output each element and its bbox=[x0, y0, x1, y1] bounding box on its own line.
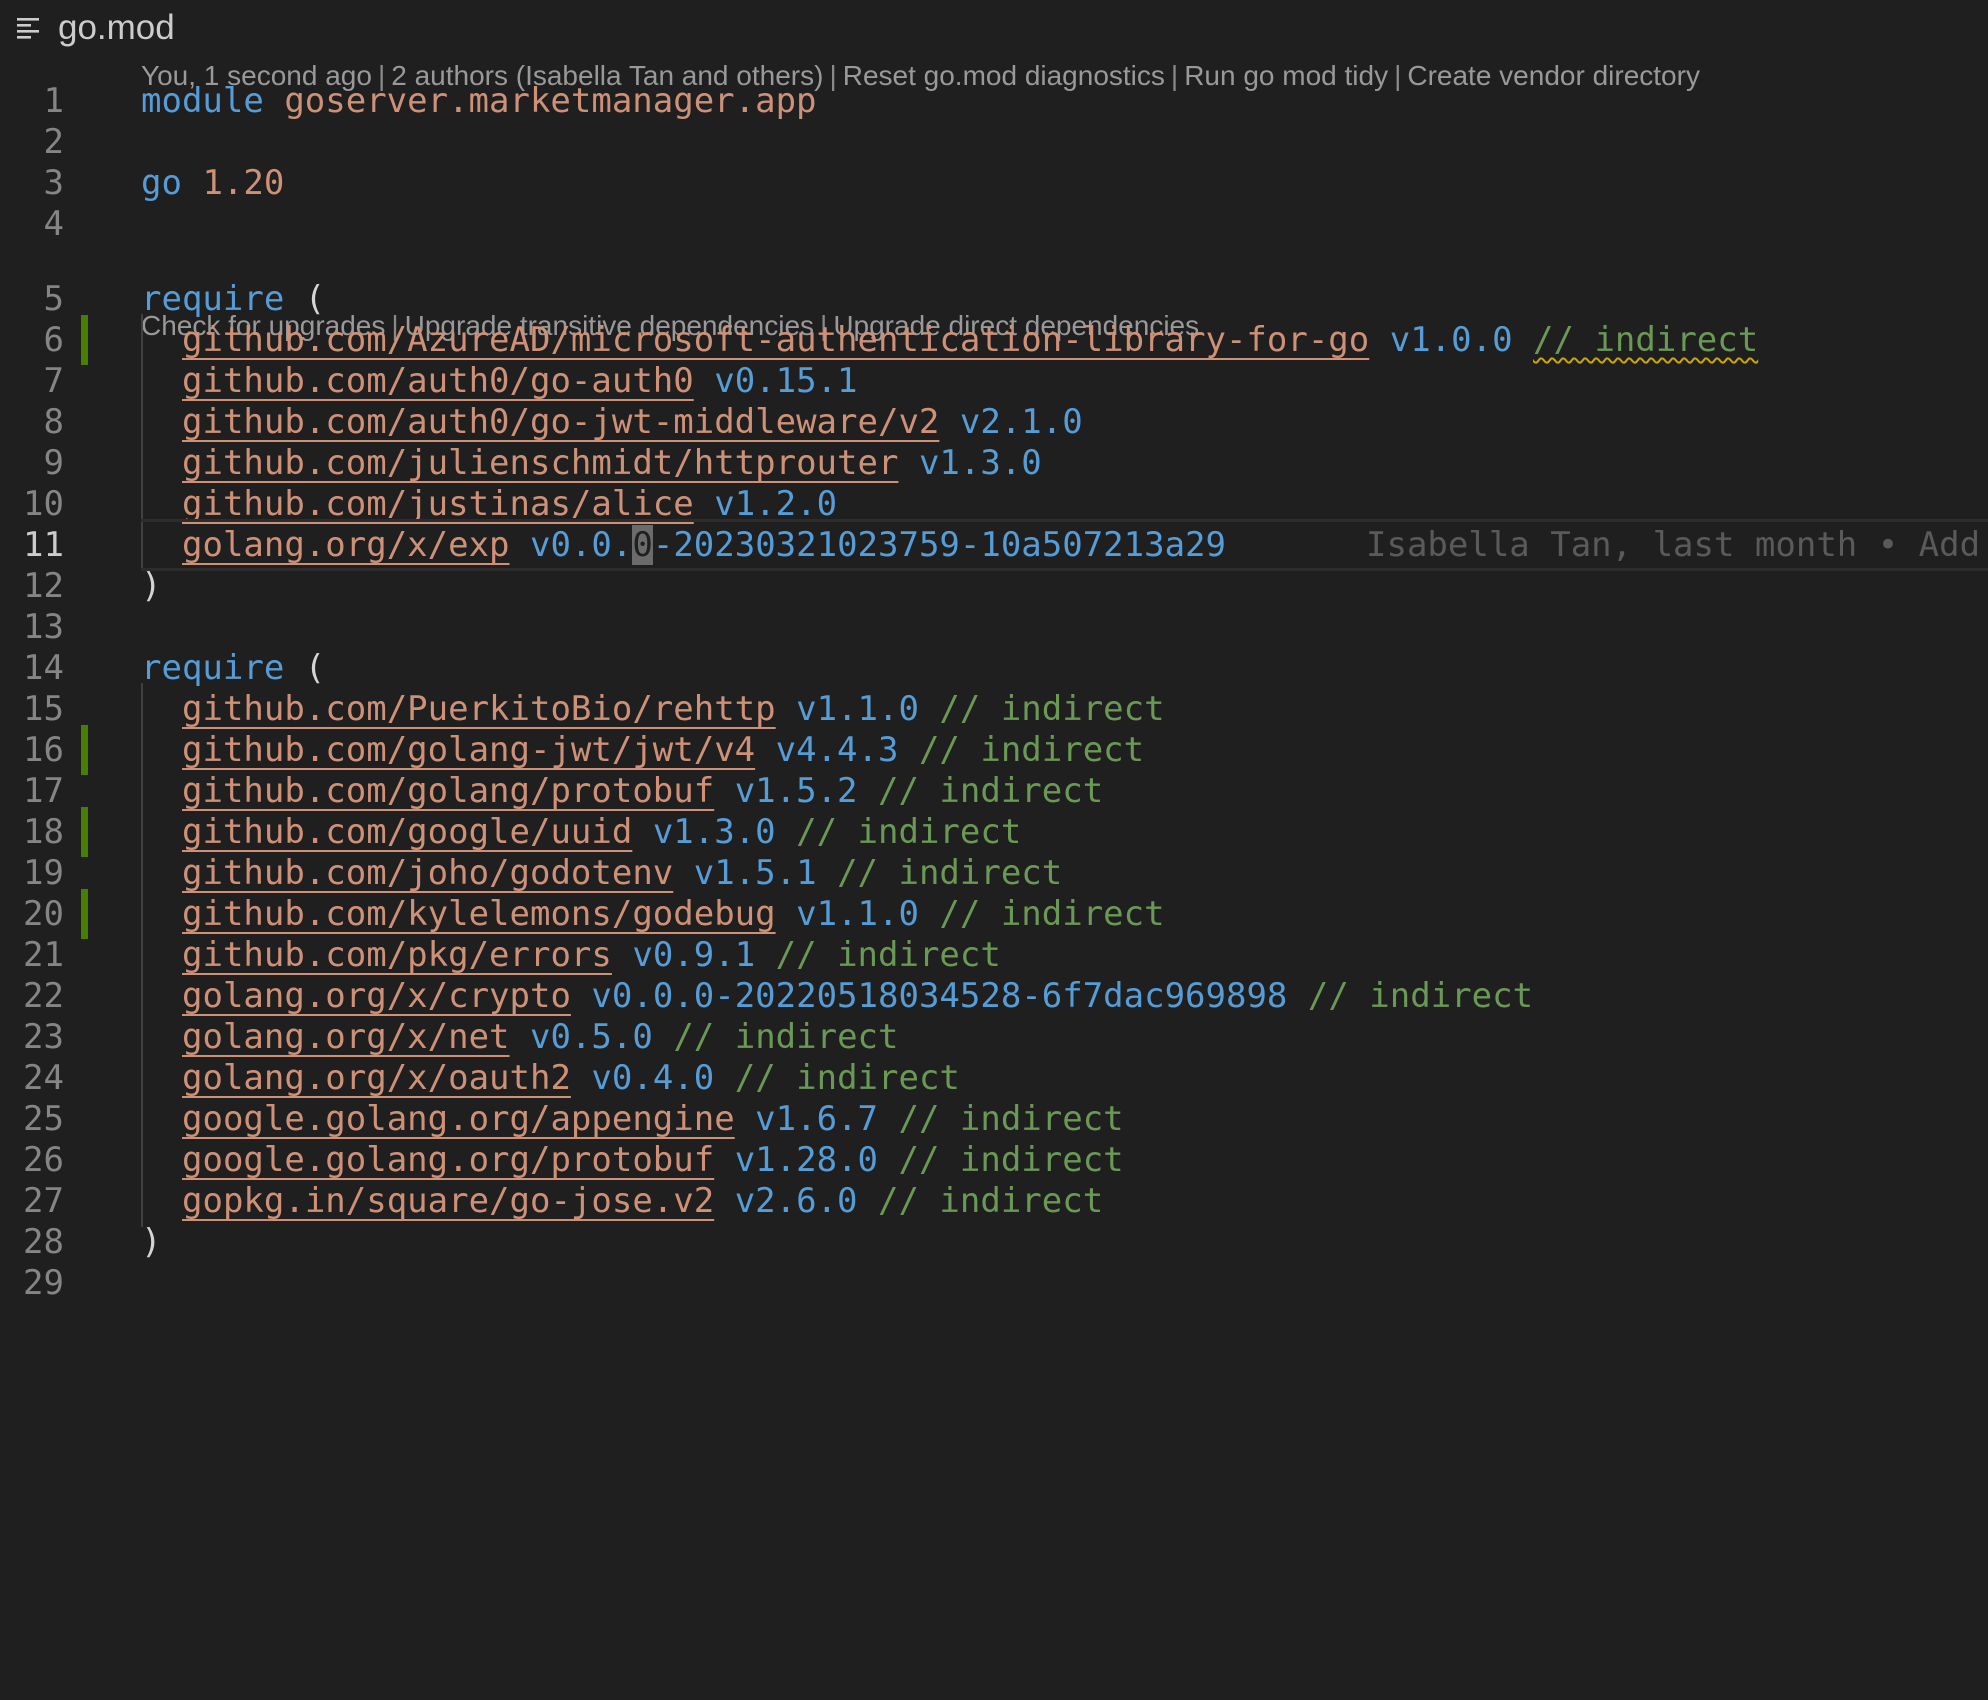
indirect-comment: // indirect bbox=[939, 894, 1165, 934]
indirect-comment: // indirect bbox=[673, 1017, 899, 1057]
module-version: v1.0.0 bbox=[1389, 320, 1513, 360]
module-version: v2.6.0 bbox=[734, 1181, 858, 1221]
module-version: v1.6.7 bbox=[755, 1099, 878, 1139]
module-path-link[interactable]: golang.org/x/exp bbox=[182, 525, 510, 565]
module-version: v0.4.0 bbox=[591, 1058, 715, 1098]
module-path-link[interactable]: github.com/AzureAD/microsoft-authenticat… bbox=[182, 320, 1369, 360]
module-version: v1.3.0 bbox=[652, 812, 776, 852]
keyword-module: module bbox=[141, 81, 264, 121]
module-path-link[interactable]: github.com/golang-jwt/jwt/v4 bbox=[182, 730, 755, 770]
indirect-comment: // indirect bbox=[918, 730, 1145, 770]
module-version: v0.0.0-20220518034528-6f7dac969898 bbox=[591, 976, 1288, 1016]
code-line[interactable]: golang.org/x/exp v0.0.0-20230321023759-1… bbox=[182, 519, 1226, 571]
module-path-link[interactable]: github.com/pkg/errors bbox=[182, 935, 612, 975]
module-version: v1.2.0 bbox=[714, 484, 838, 524]
module-version: v0.9.1 bbox=[632, 935, 756, 975]
module-path-link[interactable]: github.com/auth0/go-auth0 bbox=[182, 361, 694, 401]
module-path-link[interactable]: github.com/joho/godotenv bbox=[182, 853, 673, 893]
indent-guide bbox=[141, 683, 143, 1227]
open-paren: ( bbox=[304, 648, 326, 688]
module-version: v1.1.0 bbox=[796, 894, 919, 934]
git-change-marker[interactable] bbox=[81, 725, 88, 775]
module-path-link[interactable]: gopkg.in/square/go-jose.v2 bbox=[182, 1181, 714, 1221]
module-path-link[interactable]: github.com/julienschmidt/httprouter bbox=[182, 443, 898, 483]
keyword-require: require bbox=[141, 648, 285, 688]
code-line[interactable]: ) bbox=[141, 560, 161, 612]
module-version: v0.0.0-20230321023759-10a507213a29 bbox=[530, 525, 1226, 565]
module-path-link[interactable]: github.com/golang/protobuf bbox=[182, 771, 714, 811]
codelens-separator: | bbox=[1394, 60, 1402, 91]
codelens-action[interactable]: Run go mod tidy bbox=[1184, 60, 1388, 91]
indirect-comment: // indirect bbox=[796, 812, 1022, 852]
module-path-link[interactable]: golang.org/x/crypto bbox=[182, 976, 571, 1016]
module-path-link[interactable]: github.com/justinas/alice bbox=[182, 484, 694, 524]
git-change-marker[interactable] bbox=[81, 889, 88, 939]
module-version: v1.5.1 bbox=[693, 853, 817, 893]
module-path-link[interactable]: golang.org/x/net bbox=[182, 1017, 510, 1057]
codelens-action[interactable]: Create vendor directory bbox=[1407, 60, 1700, 91]
module-version: v1.5.2 bbox=[734, 771, 858, 811]
code-line[interactable]: module goserver.marketmanager.app bbox=[141, 75, 817, 127]
codelens-separator: | bbox=[1170, 60, 1179, 91]
indirect-comment: // indirect bbox=[775, 935, 1001, 975]
close-paren: ) bbox=[141, 1222, 162, 1262]
git-change-marker[interactable] bbox=[81, 315, 88, 365]
module-path-link[interactable]: google.golang.org/protobuf bbox=[182, 1140, 714, 1180]
line-number: 4 bbox=[43, 204, 64, 244]
line-number: 29 bbox=[23, 1263, 64, 1303]
module-version: v1.28.0 bbox=[734, 1140, 878, 1180]
inline-git-blame: Isabella Tan, last month • Add bbox=[1366, 525, 1981, 565]
indirect-comment: // indirect bbox=[898, 1099, 1124, 1139]
code-line[interactable]: ) bbox=[141, 1216, 161, 1268]
indirect-comment-warning[interactable]: // indirect bbox=[1533, 320, 1758, 360]
close-paren: ) bbox=[141, 566, 162, 606]
module-version: v1.3.0 bbox=[918, 443, 1042, 483]
module-path-link[interactable]: github.com/auth0/go-jwt-middleware/v2 bbox=[182, 402, 939, 442]
indirect-comment: // indirect bbox=[1307, 976, 1534, 1016]
git-change-marker[interactable] bbox=[81, 807, 88, 857]
go-version: 1.20 bbox=[202, 163, 285, 203]
module-path-link[interactable]: github.com/google/uuid bbox=[182, 812, 632, 852]
indirect-comment: // indirect bbox=[837, 853, 1063, 893]
indirect-comment: // indirect bbox=[878, 1181, 1104, 1221]
keyword-require: require bbox=[141, 279, 285, 319]
module-name: goserver.marketmanager.app bbox=[284, 81, 817, 121]
code-line[interactable]: gopkg.in/square/go-jose.v2 v2.6.0 // ind… bbox=[182, 1175, 1103, 1227]
module-path-link[interactable]: github.com/kylelemons/godebug bbox=[182, 894, 776, 934]
open-paren: ( bbox=[304, 279, 326, 319]
codelens-separator: | bbox=[829, 60, 837, 91]
indirect-comment: // indirect bbox=[734, 1058, 960, 1098]
code-editor[interactable]: You, 1 second ago | 2 authors (Isabella Ta… bbox=[0, 0, 1988, 1700]
module-version: v0.15.1 bbox=[714, 361, 858, 401]
indirect-comment: // indirect bbox=[898, 1140, 1124, 1180]
module-version: v1.1.0 bbox=[796, 689, 919, 729]
module-version: v2.1.0 bbox=[959, 402, 1083, 442]
codelens-action[interactable]: Reset go.mod diagnostics bbox=[843, 60, 1165, 91]
indirect-comment: // indirect bbox=[939, 689, 1165, 729]
module-version: v4.4.3 bbox=[775, 730, 899, 770]
module-version: v0.5.0 bbox=[530, 1017, 653, 1057]
keyword-go: go bbox=[141, 163, 182, 203]
module-path-link[interactable]: google.golang.org/appengine bbox=[182, 1099, 735, 1139]
module-path-link[interactable]: golang.org/x/oauth2 bbox=[182, 1058, 571, 1098]
indirect-comment: // indirect bbox=[878, 771, 1104, 811]
code-line[interactable]: go 1.20 bbox=[141, 157, 284, 209]
text-cursor: 0 bbox=[632, 525, 653, 565]
module-path-link[interactable]: github.com/PuerkitoBio/rehttp bbox=[182, 689, 776, 729]
